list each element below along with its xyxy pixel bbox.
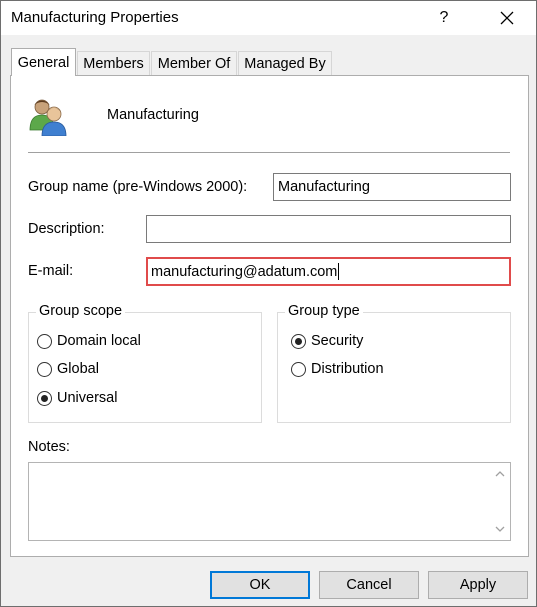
scroll-down-button[interactable] (492, 521, 508, 537)
scroll-up-button[interactable] (492, 466, 508, 482)
type-distribution-radio[interactable]: Distribution (291, 361, 384, 377)
email-field[interactable]: manufacturing@adatum.com (146, 257, 511, 286)
group-type-box: Group type Security Distribution (277, 303, 511, 423)
apply-button[interactable]: Apply (428, 571, 528, 599)
title-bar: Manufacturing Properties ? (1, 1, 536, 35)
radio-label: Distribution (311, 361, 384, 377)
scope-domain-local-radio[interactable]: Domain local (37, 333, 141, 349)
group-scope-title: Group scope (36, 303, 126, 319)
help-button[interactable]: ? (426, 1, 462, 35)
group-name-field[interactable]: Manufacturing (273, 173, 511, 201)
radio-button[interactable] (291, 361, 306, 377)
window-title: Manufacturing Properties (11, 9, 179, 26)
close-icon (500, 11, 514, 25)
radio-button-selected[interactable] (291, 333, 306, 349)
text-caret (338, 263, 340, 280)
group-type-title: Group type (285, 303, 363, 319)
scope-global-radio[interactable]: Global (37, 361, 99, 377)
chevron-up-icon (495, 471, 505, 477)
radio-label: Domain local (57, 333, 141, 349)
tab-general[interactable]: General (11, 48, 76, 76)
radio-label: Security (311, 333, 364, 349)
email-label: E-mail: (28, 263, 74, 279)
chevron-down-icon (495, 526, 505, 532)
description-field[interactable] (146, 215, 511, 243)
radio-label: Global (57, 361, 99, 377)
properties-dialog: Manufacturing Properties ? General Membe… (0, 0, 537, 607)
group-display-name: Manufacturing (107, 107, 199, 123)
separator (28, 152, 510, 153)
group-name-value: Manufacturing (278, 179, 370, 195)
general-tab-panel: Manufacturing Group name (pre-Windows 20… (10, 75, 529, 557)
notes-textarea[interactable] (28, 462, 511, 541)
tab-members[interactable]: Members (77, 51, 150, 75)
radio-label: Universal (57, 390, 118, 406)
description-label: Description: (28, 221, 105, 237)
tab-member-of[interactable]: Member Of (151, 51, 237, 75)
radio-dot (295, 337, 302, 345)
radio-button[interactable] (37, 333, 52, 349)
email-value: manufacturing@adatum.com (151, 263, 338, 280)
scope-universal-radio[interactable]: Universal (37, 390, 117, 406)
group-users-icon (28, 96, 68, 137)
radio-button[interactable] (37, 361, 52, 377)
group-name-label: Group name (pre-Windows 2000): (28, 179, 248, 195)
radio-button-selected[interactable] (37, 390, 52, 406)
ok-button[interactable]: OK (210, 571, 310, 599)
type-security-radio[interactable]: Security (291, 333, 363, 349)
tab-managed-by[interactable]: Managed By (238, 51, 332, 75)
close-button[interactable] (486, 1, 528, 35)
group-scope-box: Group scope Domain local Global Universa… (28, 303, 262, 423)
notes-label: Notes: (28, 439, 70, 455)
radio-dot (41, 394, 48, 402)
cancel-button[interactable]: Cancel (319, 571, 419, 599)
